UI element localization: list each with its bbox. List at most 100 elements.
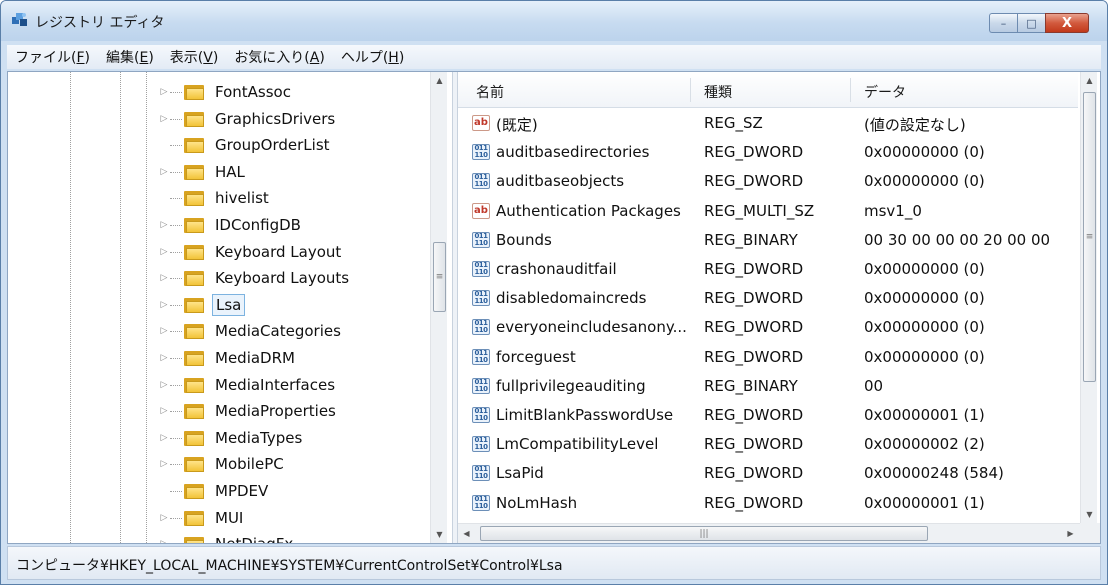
binary-value-icon: 011 110 <box>472 407 490 423</box>
tree-item-label: NetDiagFx <box>212 534 296 543</box>
menu-file[interactable]: ファイル(F) <box>7 47 98 67</box>
tree-item[interactable]: MPDEV <box>158 478 271 504</box>
close-button[interactable]: X <box>1045 13 1089 33</box>
value-row[interactable]: 011 110 auditbasedirectories REG_DWORD 0x00… <box>458 137 1078 166</box>
value-row[interactable]: 011 110 NoLmHash REG_DWORD 0x00000001 (1) <box>458 488 1078 517</box>
expand-arrow-icon[interactable]: ▷ <box>158 166 170 178</box>
value-type: REG_DWORD <box>704 406 804 424</box>
tree-item[interactable]: ▷ MediaInterfaces <box>158 372 338 398</box>
tree-item[interactable]: ▷ MUI <box>158 505 246 531</box>
tree-item-label: IDConfigDB <box>215 216 301 234</box>
minimize-button[interactable]: – <box>989 13 1017 33</box>
expand-arrow-icon[interactable]: ▷ <box>158 538 170 543</box>
column-header-name[interactable]: 名前 <box>476 82 504 102</box>
list-horizontal-scrollbar[interactable]: ◀ ||| ▶ <box>458 523 1080 543</box>
scroll-up-arrow-icon[interactable]: ▲ <box>431 72 448 89</box>
tree-connector <box>170 330 182 332</box>
value-name: LmCompatibilityLevel <box>496 435 659 453</box>
expand-arrow-icon[interactable]: ▷ <box>158 512 170 524</box>
value-row[interactable]: 011 110 everyoneincludesanony... REG_DWORD… <box>458 312 1078 341</box>
column-header-data[interactable]: データ <box>864 82 906 102</box>
scroll-right-arrow-icon[interactable]: ▶ <box>1062 525 1079 542</box>
tree-item[interactable]: hivelist <box>158 185 272 211</box>
tree-item[interactable]: ▷ FontAssoc <box>158 79 294 105</box>
expand-arrow-icon[interactable]: ▷ <box>158 113 170 125</box>
tree-item[interactable]: ▷ NetDiagFx <box>158 531 296 543</box>
value-row[interactable]: 011 110 LsaPid REG_DWORD 0x00000248 (584) <box>458 458 1078 487</box>
menu-view[interactable]: 表示(V) <box>162 47 227 67</box>
expand-arrow-icon[interactable]: ▷ <box>158 405 170 417</box>
tree-item[interactable]: ▷ Keyboard Layouts <box>158 265 352 291</box>
value-row[interactable]: 011 110 Bounds REG_BINARY 00 30 00 00 00 20… <box>458 225 1078 254</box>
maximize-button[interactable]: □ <box>1017 13 1045 33</box>
expand-arrow-icon[interactable]: ▷ <box>158 299 170 311</box>
key-tree-pane[interactable]: ▲ ≡ ▼ ▷ FontAssoc ▷ GraphicsDrivers GroupOrd… <box>8 72 452 543</box>
scroll-down-arrow-icon[interactable]: ▼ <box>1081 506 1098 523</box>
expand-arrow-icon[interactable]: ▷ <box>158 458 170 470</box>
scroll-down-arrow-icon[interactable]: ▼ <box>431 526 448 543</box>
tree-connector <box>170 410 182 412</box>
values-list-pane[interactable]: 名前 種類 データ ▲ ≡ ▼ ab (既定) REG_SZ (値の設定なし) 011 … <box>458 72 1100 543</box>
tree-item-label: Keyboard Layout <box>215 243 342 261</box>
tree-item[interactable]: ▷ MediaDRM <box>158 345 298 371</box>
value-row[interactable]: ab (既定) REG_SZ (値の設定なし) <box>458 108 1078 137</box>
tree-item[interactable]: GroupOrderList <box>158 132 333 158</box>
expand-arrow-icon[interactable]: ▷ <box>158 432 170 444</box>
binary-value-icon: 011 110 <box>472 144 490 160</box>
tree-item[interactable]: ▷ MediaProperties <box>158 398 339 424</box>
menu-help[interactable]: ヘルプ(H) <box>333 47 412 67</box>
value-name: LsaPid <box>496 464 544 482</box>
tree-guide-line <box>120 72 121 543</box>
expand-arrow-icon[interactable]: ▷ <box>158 352 170 364</box>
expand-arrow-icon[interactable]: ▷ <box>158 219 170 231</box>
menu-favorites[interactable]: お気に入り(A) <box>226 47 333 67</box>
tree-item[interactable]: ▷ Keyboard Layout <box>158 239 344 265</box>
tree-item[interactable]: ▷ MobilePC <box>158 451 287 477</box>
tree-connector <box>170 277 182 279</box>
value-name: crashonauditfail <box>496 260 617 278</box>
scroll-up-arrow-icon[interactable]: ▲ <box>1081 72 1098 89</box>
value-type: REG_DWORD <box>704 494 804 512</box>
menu-edit[interactable]: 編集(E) <box>98 47 162 67</box>
title-bar[interactable]: レジストリ エディタ – □ X <box>1 1 1107 41</box>
tree-item[interactable]: ▷ MediaCategories <box>158 318 344 344</box>
value-name: Authentication Packages <box>496 202 681 220</box>
value-data: msv1_0 <box>864 202 922 220</box>
expand-arrow-icon[interactable]: ▷ <box>158 86 170 98</box>
value-row[interactable]: ab Authentication Packages REG_MULTI_SZ msv… <box>458 196 1078 225</box>
value-row[interactable]: 011 110 forceguest REG_DWORD 0x00000000 (0) <box>458 342 1078 371</box>
tree-item-label: GroupOrderList <box>215 136 330 154</box>
value-row[interactable]: 011 110 disabledomaincreds REG_DWORD 0x0000… <box>458 283 1078 312</box>
value-row[interactable]: 011 110 LmCompatibilityLevel REG_DWORD 0x00… <box>458 429 1078 458</box>
tree-guide-line <box>70 72 71 543</box>
tree-item-label: MediaProperties <box>215 402 336 420</box>
value-name: forceguest <box>496 348 576 366</box>
tree-item[interactable]: ▷ IDConfigDB <box>158 212 304 238</box>
tree-item[interactable]: ▷ MediaTypes <box>158 425 305 451</box>
column-separator[interactable] <box>690 78 691 102</box>
value-row[interactable]: 011 110 LimitBlankPasswordUse REG_DWORD 0x0… <box>458 400 1078 429</box>
tree-item[interactable]: ▷ GraphicsDrivers <box>158 106 338 132</box>
expand-arrow-icon[interactable]: ▷ <box>158 325 170 337</box>
column-header-type[interactable]: 種類 <box>704 82 732 102</box>
tree-connector <box>170 357 182 359</box>
expand-arrow-icon[interactable]: ▷ <box>158 246 170 258</box>
tree-item[interactable]: ▷ Lsa <box>158 292 246 318</box>
tree-item-label: MobilePC <box>215 455 284 473</box>
list-scroll-thumb[interactable]: ≡ <box>1083 92 1096 382</box>
tree-item[interactable]: ▷ HAL <box>158 159 248 185</box>
list-vertical-scrollbar[interactable]: ▲ ≡ ▼ <box>1080 72 1097 523</box>
tree-scroll-thumb[interactable]: ≡ <box>433 242 446 312</box>
list-hscroll-thumb[interactable]: ||| <box>480 526 928 541</box>
tree-vertical-scrollbar[interactable]: ▲ ≡ ▼ <box>430 72 447 543</box>
expand-arrow-icon[interactable]: ▷ <box>158 272 170 284</box>
expand-arrow-icon[interactable]: ▷ <box>158 379 170 391</box>
value-row[interactable]: 011 110 crashonauditfail REG_DWORD 0x000000… <box>458 254 1078 283</box>
scroll-left-arrow-icon[interactable]: ◀ <box>458 525 475 542</box>
value-row[interactable]: 011 110 fullprivilegeauditing REG_BINARY 00 <box>458 371 1078 400</box>
value-data: 0x00000000 (0) <box>864 289 985 307</box>
folder-icon <box>184 403 204 419</box>
folder-icon <box>184 270 204 286</box>
column-separator[interactable] <box>850 78 851 102</box>
value-row[interactable]: 011 110 auditbaseobjects REG_DWORD 0x000000… <box>458 166 1078 195</box>
